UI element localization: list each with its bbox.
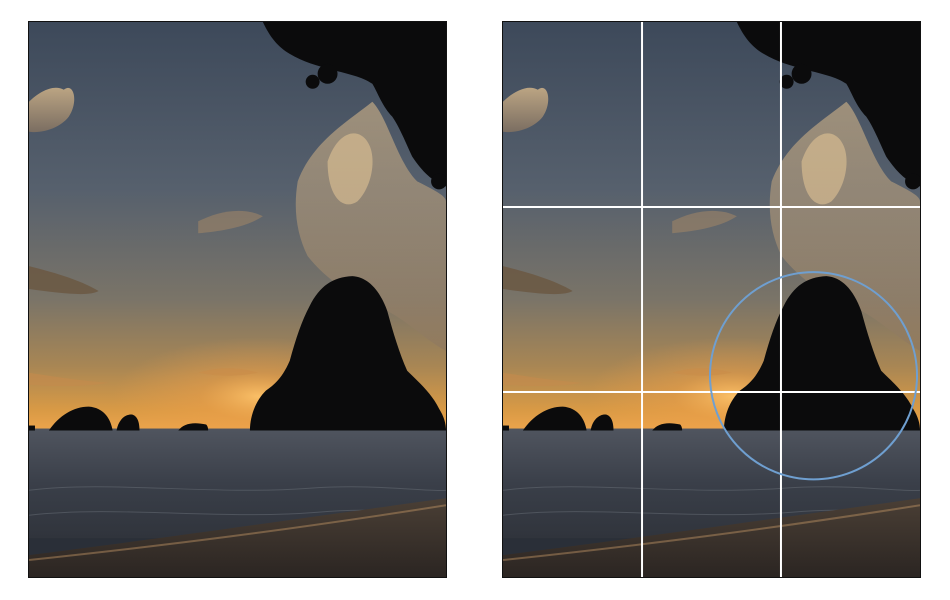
photo-panel-rule-of-thirds — [502, 21, 921, 578]
subject-highlight-circle — [709, 271, 919, 481]
rule-of-thirds-overlay — [503, 22, 920, 577]
sunset-photo — [29, 22, 446, 577]
photo-panel-original — [28, 21, 447, 578]
